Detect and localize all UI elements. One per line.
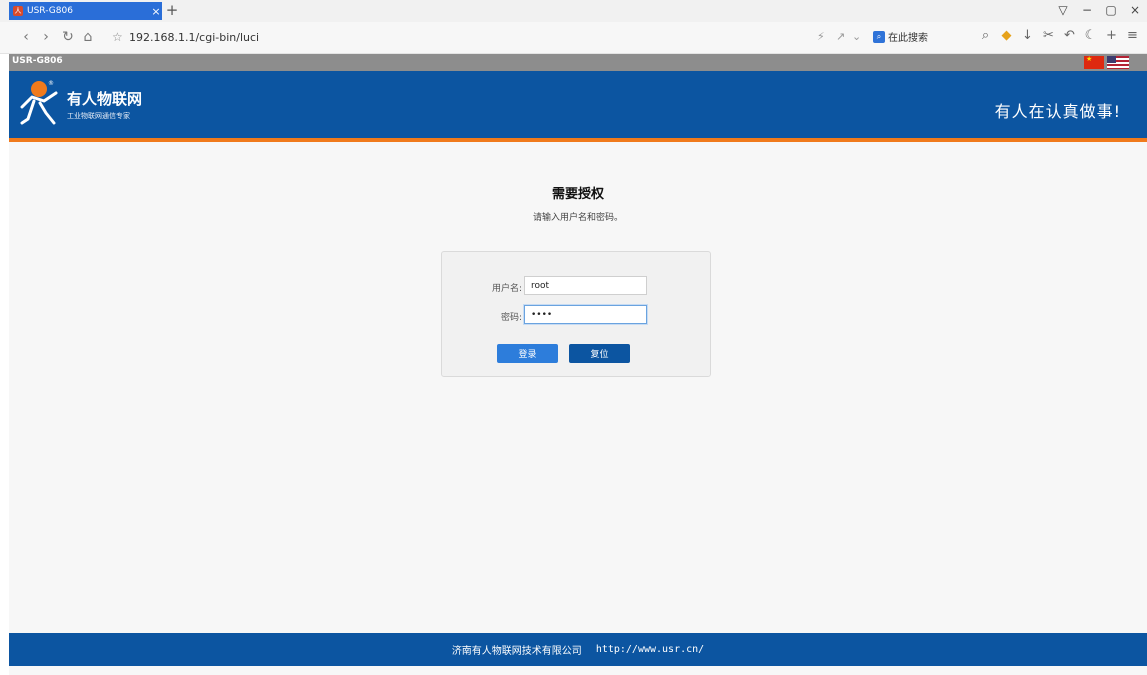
search-icon[interactable]: ⌕	[978, 28, 993, 43]
auth-title: 需要授权	[551, 187, 604, 202]
download-icon[interactable]: ↓	[1020, 28, 1035, 43]
login-form: 用户名: 密码: 登录 复位	[441, 251, 711, 377]
undo-icon[interactable]: ↶	[1062, 28, 1077, 43]
night-mode-icon[interactable]: ☾	[1083, 28, 1098, 43]
brand-tagline: 工业物联网通信专家	[67, 112, 130, 120]
site-header: ® 有人物联网 工业物联网通信专家 有人在认真做事!	[9, 71, 1147, 142]
share-icon[interactable]: ↗	[836, 30, 845, 43]
browser-tab-bar: 人 USR-G806 × + ▽ − ▢ ×	[0, 0, 1147, 22]
forward-arrow-icon[interactable]: ›	[38, 30, 54, 44]
add-icon[interactable]: +	[1104, 28, 1119, 43]
tab-close-icon[interactable]: ×	[150, 5, 162, 18]
speed-mode-icon[interactable]: ⚡	[817, 30, 825, 43]
skin-icon[interactable]: ▽	[1057, 3, 1069, 17]
close-window-button[interactable]: ×	[1129, 3, 1141, 17]
header-slogan: 有人在认真做事!	[994, 102, 1121, 121]
svg-text:®: ®	[48, 80, 54, 87]
game-icon[interactable]: ◆	[999, 28, 1014, 43]
footer-url-link[interactable]: http://www.usr.cn/	[596, 644, 704, 655]
model-name: USR-G806	[12, 56, 63, 66]
maximize-button[interactable]: ▢	[1105, 3, 1117, 17]
search-engine-box[interactable]: ⌕ 在此搜索	[873, 29, 928, 44]
browser-tab[interactable]: 人 USR-G806 ×	[9, 2, 162, 20]
router-login-page: USR-G806 ® 有人物联网 工业物联网通信专家 有人在认真做事! 需要授权…	[9, 54, 1147, 675]
model-bar: USR-G806	[9, 54, 1147, 71]
bookmark-star-icon[interactable]: ☆	[112, 30, 123, 44]
browser-nav-bar: ‹ › ↻ ⌂ ☆ 192.168.1.1/cgi-bin/luci ⚡ ↗ ⌄…	[0, 22, 1147, 54]
us-flag-icon[interactable]	[1107, 56, 1129, 69]
chevron-down-icon[interactable]: ⌄	[852, 30, 861, 43]
footer-company: 济南有人物联网技术有限公司	[451, 646, 582, 657]
minimize-button[interactable]: −	[1081, 3, 1093, 17]
screenshot-scissors-icon[interactable]: ✂	[1041, 28, 1056, 43]
brand-name: 有人物联网	[67, 90, 143, 108]
home-icon[interactable]: ⌂	[80, 30, 96, 44]
username-label: 用户名:	[491, 284, 522, 294]
password-label: 密码:	[500, 313, 522, 323]
username-input[interactable]	[524, 276, 647, 295]
password-input[interactable]	[524, 305, 647, 324]
browser-toolbar: ⌕ ◆ ↓ ✂ ↶ ☾ + ≡	[978, 28, 1140, 43]
login-button[interactable]: 登录	[497, 344, 558, 363]
site-favicon-icon: 人	[13, 6, 23, 16]
window-controls: ▽ − ▢ ×	[1057, 3, 1141, 17]
menu-icon[interactable]: ≡	[1125, 28, 1140, 43]
new-tab-button[interactable]: +	[164, 1, 180, 19]
site-footer: 济南有人物联网技术有限公司 http://www.usr.cn/	[9, 633, 1147, 666]
back-arrow-icon[interactable]: ‹	[18, 30, 34, 44]
auth-description: 请输入用户名和密码。	[532, 213, 623, 223]
refresh-icon[interactable]: ↻	[60, 30, 76, 44]
tab-title: USR-G806	[27, 6, 73, 16]
address-bar[interactable]: 192.168.1.1/cgi-bin/luci	[129, 31, 259, 44]
search-placeholder: 在此搜索	[888, 33, 928, 44]
usr-logo-icon: ®	[20, 80, 58, 125]
search-engine-icon: ⌕	[873, 30, 885, 43]
reset-button[interactable]: 复位	[569, 344, 630, 363]
china-flag-icon[interactable]	[1084, 55, 1104, 69]
